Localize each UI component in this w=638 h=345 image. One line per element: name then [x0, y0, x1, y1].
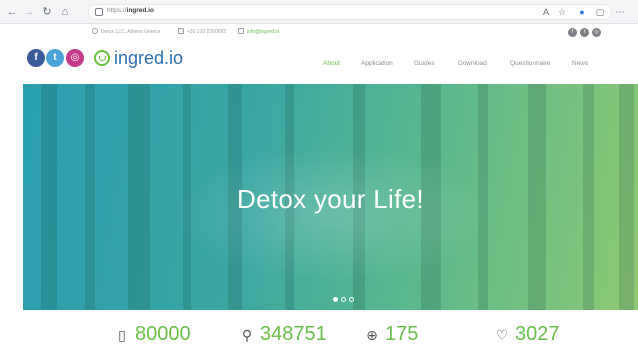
email-link[interactable]: info@ingred.io	[247, 29, 279, 35]
globe-icon: ⊕	[366, 327, 378, 343]
nav-about[interactable]: About	[323, 60, 340, 67]
url-text: https://ingred.io	[107, 7, 154, 14]
site-header: f t ◎ ingred.io About Application Guides…	[0, 40, 638, 84]
read-aloud-icon[interactable]: A	[540, 6, 552, 18]
phone-info: +30 210 2200692	[178, 28, 226, 35]
url-protocol: https://	[107, 7, 127, 14]
home-icon[interactable]: ⌂	[58, 5, 72, 19]
heart-icon: ♡	[495, 327, 509, 343]
settings-icon[interactable]: ⋯	[614, 6, 626, 18]
nav-guides[interactable]: Guides	[414, 60, 435, 67]
favorites-icon[interactable]: ☆	[556, 6, 568, 18]
email-info[interactable]: info@ingred.io	[238, 28, 279, 35]
instagram-icon[interactable]: ◎	[66, 49, 84, 67]
nav-questionnaire[interactable]: Questionnaire	[510, 60, 550, 67]
url-host: ingred.io	[126, 7, 154, 14]
hero-title: Detox your Life!	[237, 184, 424, 214]
browser-toolbar: ← → ↻ ⌂ https://ingred.io A ☆ ● ▢ ⋯	[0, 0, 638, 24]
twitter-icon[interactable]: t	[46, 49, 64, 67]
instagram-small-icon[interactable]: ◎	[592, 28, 601, 37]
logo-text: ingred.io	[114, 48, 184, 68]
slider-dot[interactable]	[349, 297, 354, 302]
lock-icon	[95, 8, 103, 16]
extension-icon[interactable]: ●	[576, 6, 588, 18]
refresh-icon[interactable]: ↻	[40, 5, 54, 19]
collections-icon[interactable]: ▢	[594, 6, 606, 18]
top-info-bar: Detox LLC, Athens Greece +30 210 2200692…	[0, 24, 638, 40]
address-bar[interactable]: https://ingred.io	[88, 4, 612, 20]
stat-value: 3027	[515, 323, 560, 345]
hero-banner: Detox your Life!	[23, 84, 638, 310]
slider-dot[interactable]	[333, 297, 338, 302]
stats-bar: ▯ 80000 ⚲ 348751 ⊕ 175 ♡ 3027	[0, 310, 638, 345]
nav-news[interactable]: News	[572, 60, 588, 67]
stat-value: 175	[385, 323, 419, 345]
nav-application[interactable]: Application	[361, 60, 393, 67]
mail-icon	[238, 28, 244, 34]
phone-text: +30 210 2200692	[187, 29, 227, 35]
slider-dot[interactable]	[341, 297, 346, 302]
address-info: Detox LLC, Athens Greece	[92, 28, 160, 35]
facebook-small-icon[interactable]: f	[568, 28, 577, 37]
logo-icon	[94, 50, 110, 66]
stat-value: 80000	[135, 323, 191, 345]
location-icon	[92, 28, 98, 34]
search-icon: ⚲	[241, 327, 253, 343]
nav-download[interactable]: Download	[458, 60, 487, 67]
forward-icon[interactable]: →	[22, 5, 36, 19]
phone-icon: ▯	[118, 327, 126, 343]
phone-small-icon	[178, 28, 184, 34]
twitter-small-icon[interactable]: t	[580, 28, 589, 37]
stat-value: 348751	[260, 323, 327, 345]
facebook-icon[interactable]: f	[27, 49, 45, 67]
back-icon[interactable]: ←	[5, 5, 19, 19]
address-text: Detox LLC, Athens Greece	[101, 29, 161, 35]
